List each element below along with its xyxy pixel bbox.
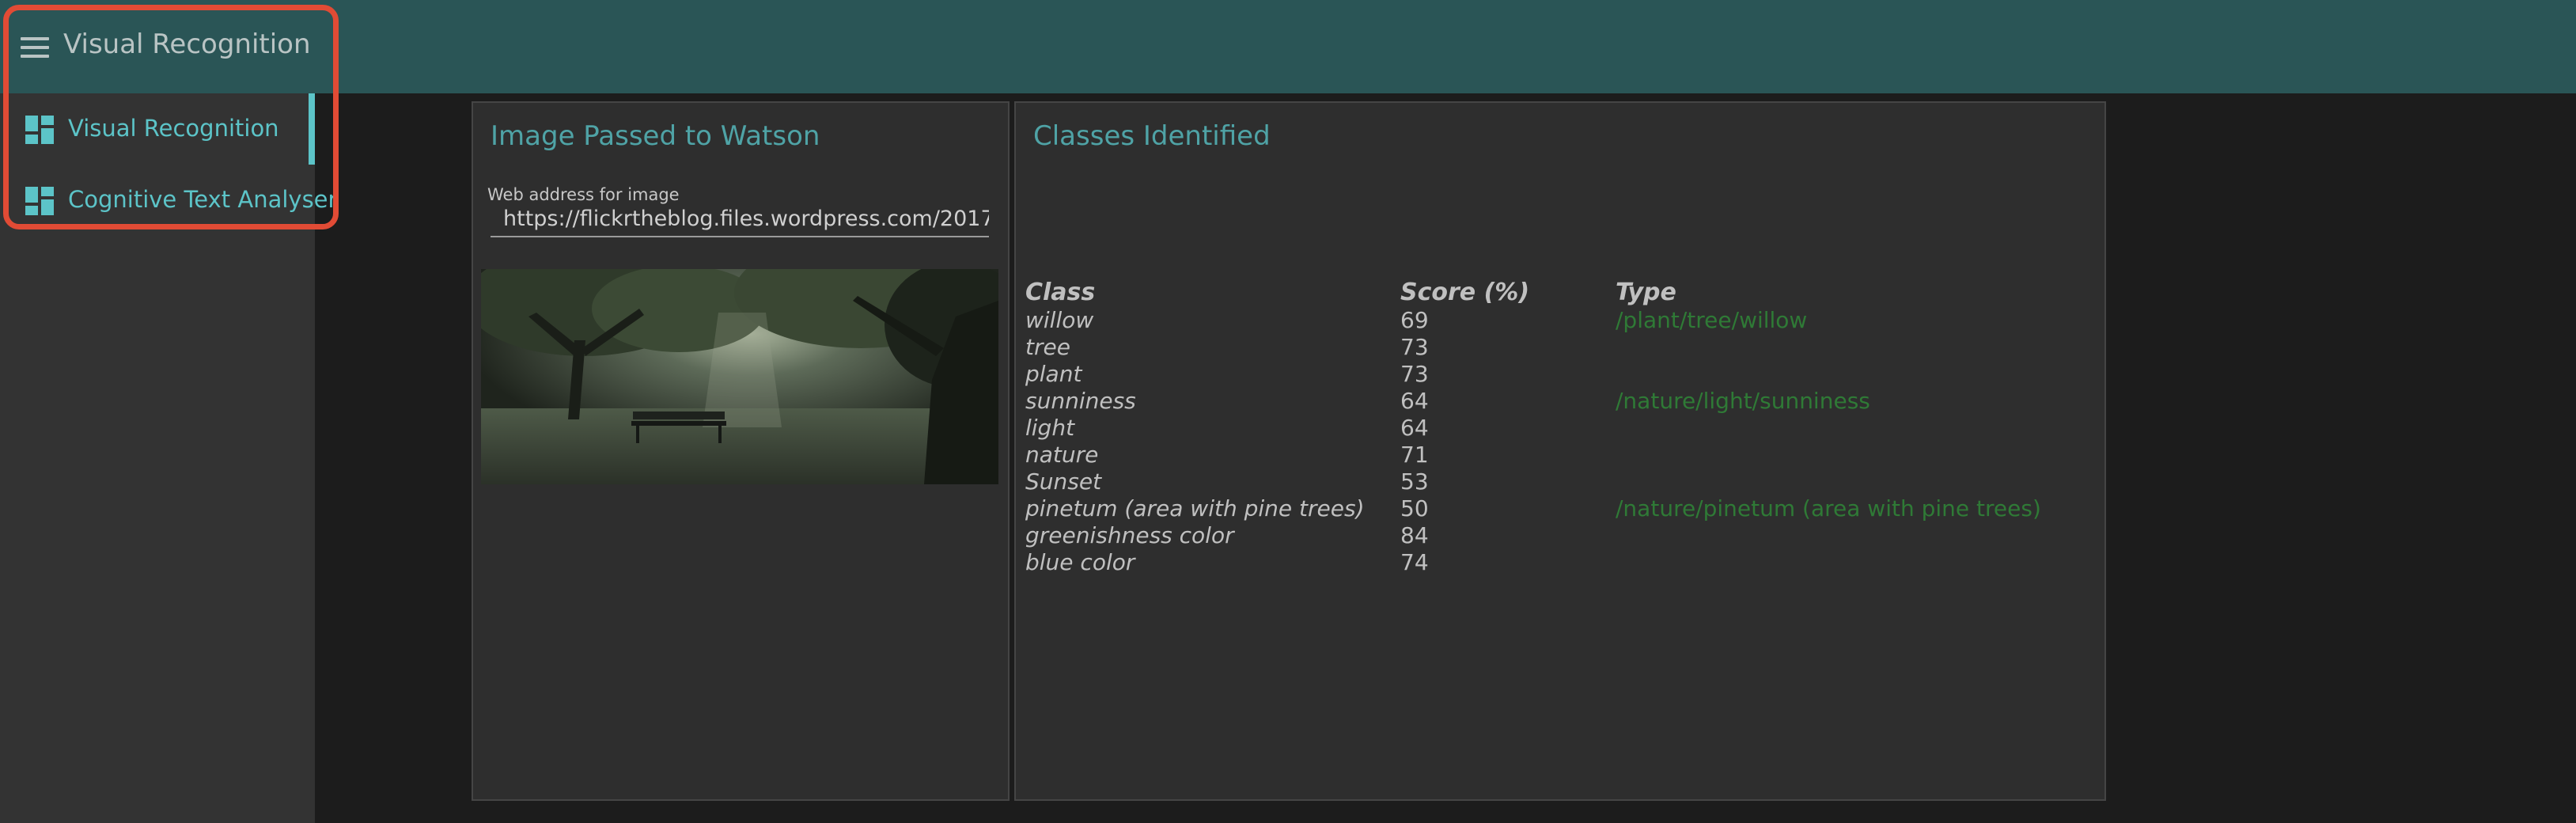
type-cell: /nature/pinetum (area with pine trees) [1616, 495, 2041, 521]
score-cell: 84 [1400, 522, 1429, 548]
class-cell: light [1025, 415, 1075, 441]
sidebar-nav: Visual Recognition Cognitive Text Analys… [0, 93, 337, 823]
dashboard-icon [25, 116, 54, 144]
class-cell: nature [1025, 442, 1099, 468]
class-cell: sunniness [1025, 388, 1136, 414]
dashboard-icon [25, 187, 54, 215]
app-title: Visual Recognition [63, 28, 311, 60]
score-cell: 71 [1400, 442, 1429, 468]
classes-panel-title: Classes Identified [1033, 120, 1271, 152]
score-cell: 53 [1400, 468, 1429, 495]
class-cell: willow [1025, 307, 1094, 333]
score-cell: 64 [1400, 388, 1429, 414]
sidebar-item-label: Visual Recognition [68, 115, 279, 142]
score-cell: 69 [1400, 307, 1429, 333]
column-header-type: Type [1616, 279, 1676, 306]
score-cell: 74 [1400, 549, 1429, 575]
classes-panel: Classes Identified Class Score (%) Type … [1014, 101, 2106, 801]
class-cell: Sunset [1025, 468, 1102, 495]
score-cell: 73 [1400, 334, 1429, 360]
type-cell: /plant/tree/willow [1616, 307, 1808, 333]
image-panel-title: Image Passed to Watson [491, 120, 820, 152]
type-cell: /nature/light/sunniness [1616, 388, 1870, 414]
top-app-bar: Visual Recognition [0, 0, 2576, 93]
column-header-score: Score (%) [1400, 279, 1530, 306]
submitted-image [481, 269, 998, 484]
score-cell: 64 [1400, 415, 1429, 441]
sidebar-item-label: Cognitive Text Analyser [68, 186, 338, 213]
class-cell: pinetum (area with pine trees) [1025, 495, 1365, 521]
sidebar-item-cognitive-text-analyser[interactable]: Cognitive Text Analyser [0, 165, 337, 236]
column-header-class: Class [1025, 279, 1096, 306]
score-cell: 50 [1400, 495, 1429, 521]
class-cell: tree [1025, 334, 1070, 360]
hamburger-menu-icon[interactable] [21, 37, 49, 58]
image-url-input[interactable] [491, 201, 989, 237]
image-panel: Image Passed to Watson Web address for i… [472, 101, 1010, 801]
class-cell: plant [1025, 361, 1082, 387]
sidebar-item-visual-recognition[interactable]: Visual Recognition [0, 93, 315, 165]
class-cell: greenishness color [1025, 522, 1234, 548]
class-cell: blue color [1025, 549, 1135, 575]
score-cell: 73 [1400, 361, 1429, 387]
